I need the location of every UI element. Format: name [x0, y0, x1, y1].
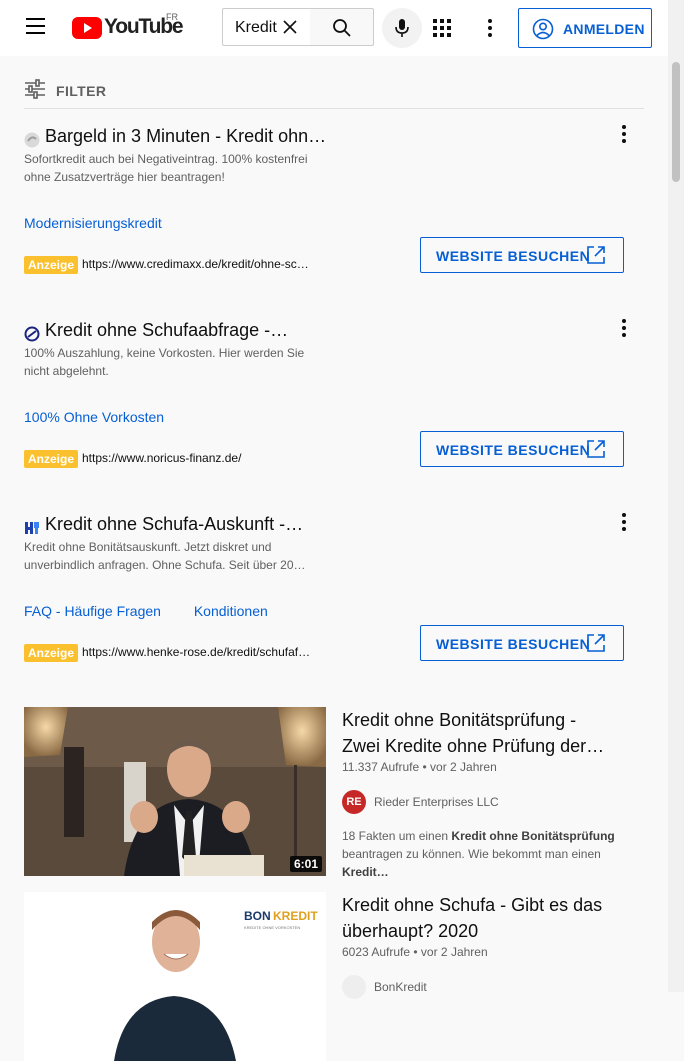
ad-sitelink[interactable]: 100% Ohne Vorkosten	[24, 409, 164, 425]
ad-title[interactable]: Bargeld in 3 Minuten - Kredit ohn…	[45, 126, 326, 147]
ad-sitelinks: FAQ - Häufige Fragen Konditionen	[24, 603, 297, 619]
ad-description: Sofortkredit auch bei Negativeintrag. 10…	[24, 152, 308, 184]
external-link-icon	[587, 634, 605, 652]
search-input[interactable]: Kredit	[222, 8, 311, 46]
noricus-favicon-icon	[24, 326, 40, 342]
ad-menu-icon[interactable]	[616, 512, 632, 532]
divider	[24, 108, 644, 109]
video-result[interactable]: BON KREDIT KREDITE OHNE VORKOSTEN Kredit…	[0, 892, 668, 1061]
menu-icon[interactable]	[26, 18, 46, 34]
video-meta: 11.337 Aufrufe • vor 2 Jahren	[342, 760, 497, 774]
video-title[interactable]: Kredit ohne Schufa - Gibt es das überhau…	[342, 892, 612, 944]
video-description-highlight: Kredit ohne Bonitätsprüfung	[451, 829, 615, 843]
visit-website-button[interactable]: WEBSITE BESUCHEN	[420, 431, 624, 467]
ad-sitelink[interactable]: Modernisierungskredit	[24, 215, 162, 231]
account-icon	[532, 18, 554, 40]
ad-result[interactable]: Kredit ohne Schufa-Auskunft -… Kredit oh…	[0, 512, 668, 694]
ad-url[interactable]: https://www.noricus-finanz.de/	[82, 451, 241, 465]
clear-search-icon[interactable]	[281, 18, 299, 36]
video-description: 18 Fakten um einen Kredit ohne Bonitätsp…	[342, 827, 647, 881]
ad-url[interactable]: https://www.henke-rose.de/kredit/schufaf…	[82, 645, 310, 659]
country-code: FR	[166, 12, 178, 22]
video-duration: 6:01	[289, 856, 322, 872]
filter-icon[interactable]	[24, 78, 46, 100]
ad-sitelinks: Modernisierungskredit	[24, 215, 191, 231]
search-input-value: Kredit	[235, 19, 277, 36]
more-options-icon[interactable]	[482, 18, 498, 38]
video-description-highlight: Kredit…	[342, 865, 389, 879]
video-title[interactable]: Kredit ohne Bonitätsprüfung - Zwei Kredi…	[342, 707, 612, 759]
visit-website-label: WEBSITE BESUCHEN	[436, 442, 591, 458]
thumbnail-brand-bon: BON	[244, 909, 271, 923]
thumbnail-tagline: KREDITE OHNE VORKOSTEN	[244, 925, 300, 930]
ad-title[interactable]: Kredit ohne Schufa-Auskunft -…	[45, 514, 303, 535]
video-description-text: beantragen zu können. Wie bekommt man ei…	[342, 847, 601, 861]
channel-name[interactable]: Rieder Enterprises LLC	[374, 795, 499, 809]
voice-search-button[interactable]	[382, 8, 422, 48]
scrollbar-thumb[interactable]	[672, 62, 680, 182]
henke-rose-favicon-icon	[25, 522, 39, 534]
video-result[interactable]: 6:01 Kredit ohne Bonitätsprüfung - Zwei …	[0, 707, 668, 882]
channel-avatar[interactable]	[342, 975, 366, 999]
video-description-text: 18 Fakten um einen	[342, 829, 452, 843]
signin-button[interactable]: ANMELDEN	[518, 8, 652, 48]
ad-badge: Anzeige	[24, 644, 79, 662]
ad-url[interactable]: https://www.credimaxx.de/kredit/ohne-sc…	[82, 257, 309, 271]
youtube-logo-icon[interactable]	[72, 16, 102, 40]
signin-label: ANMELDEN	[563, 21, 645, 37]
visit-website-label: WEBSITE BESUCHEN	[436, 248, 591, 264]
search-icon	[333, 19, 351, 37]
ad-result[interactable]: Bargeld in 3 Minuten - Kredit ohn… Sofor…	[0, 124, 668, 306]
ad-menu-icon[interactable]	[616, 318, 632, 338]
ad-description: Kredit ohne Bonitätsauskunft. Jetzt disk…	[24, 540, 306, 572]
ad-sitelink[interactable]: FAQ - Häufige Fragen	[24, 603, 161, 619]
credimaxx-favicon-icon	[24, 132, 40, 148]
visit-website-button[interactable]: WEBSITE BESUCHEN	[420, 625, 624, 661]
ad-badge: Anzeige	[24, 450, 79, 468]
visit-website-label: WEBSITE BESUCHEN	[436, 636, 591, 652]
ad-sitelinks: 100% Ohne Vorkosten	[24, 409, 193, 425]
thumbnail-brand-kredit: KREDIT	[273, 909, 318, 923]
channel-avatar[interactable]: RE	[342, 790, 366, 814]
video-thumbnail[interactable]: BON KREDIT KREDITE OHNE VORKOSTEN	[24, 892, 326, 1061]
ad-title[interactable]: Kredit ohne Schufaabfrage -…	[45, 320, 288, 341]
scrollbar[interactable]	[668, 0, 684, 992]
visit-website-button[interactable]: WEBSITE BESUCHEN	[420, 237, 624, 273]
video-meta: 6023 Aufrufe • vor 2 Jahren	[342, 945, 488, 959]
ad-menu-icon[interactable]	[616, 124, 632, 144]
ad-description: 100% Auszahlung, keine Vorkosten. Hier w…	[24, 346, 305, 378]
microphone-icon	[395, 19, 409, 37]
ad-result[interactable]: Kredit ohne Schufaabfrage -… 100% Auszah…	[0, 318, 668, 500]
video-thumbnail-image: BON KREDIT KREDITE OHNE VORKOSTEN	[24, 892, 326, 1061]
apps-grid-icon[interactable]	[433, 19, 451, 37]
ad-badge: Anzeige	[24, 256, 79, 274]
filter-button[interactable]: FILTER	[56, 83, 106, 99]
search-button[interactable]	[310, 8, 374, 46]
video-thumbnail[interactable]: 6:01	[24, 707, 326, 876]
external-link-icon	[587, 246, 605, 264]
external-link-icon	[587, 440, 605, 458]
masthead: YouTube FR Kredit ANMELDEN	[0, 0, 668, 56]
video-thumbnail-image	[24, 707, 326, 876]
ad-sitelink[interactable]: Konditionen	[194, 603, 268, 619]
